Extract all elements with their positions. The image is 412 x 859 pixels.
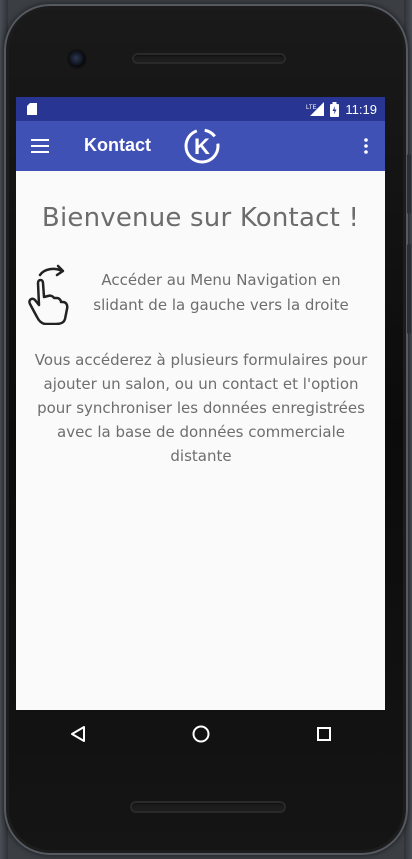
home-button[interactable]	[181, 714, 221, 754]
system-navigation-bar	[16, 710, 385, 758]
status-time: 11:19	[345, 101, 377, 117]
battery-icon	[330, 101, 340, 117]
volume-button[interactable]	[407, 244, 411, 334]
power-button[interactable]	[407, 154, 411, 214]
back-triangle-icon	[70, 726, 85, 742]
svg-text:K: K	[194, 134, 210, 159]
top-speaker	[132, 53, 286, 64]
home-circle-icon	[192, 725, 209, 743]
sd-card-icon	[27, 103, 37, 115]
back-button[interactable]	[58, 714, 98, 754]
description-text: Vous accéderez à plusieurs formulaires p…	[34, 351, 368, 465]
more-vert-icon	[364, 138, 368, 154]
svg-text:LTE: LTE	[306, 105, 317, 111]
app-title: Kontact	[84, 135, 151, 155]
swipe-hint-text: Accéder au Menu Navigation en slidant de…	[93, 271, 349, 314]
recents-square-icon	[316, 727, 331, 741]
recents-button[interactable]	[304, 714, 344, 754]
swipe-hand-icon	[28, 264, 69, 325]
welcome-title: Bienvenue sur Kontact !	[41, 203, 360, 233]
main-content: Bienvenue sur Kontact ! Accéder au Menu …	[16, 171, 385, 710]
front-camera	[69, 51, 85, 67]
kontact-logo: K	[184, 128, 220, 164]
hamburger-icon	[31, 139, 49, 153]
status-icons: LTE 11:19	[306, 97, 377, 121]
signal-icon: LTE	[306, 102, 325, 116]
bottom-speaker	[130, 801, 286, 813]
status-bar: LTE 11:19	[16, 97, 385, 121]
app-bar: Kontact K	[16, 121, 385, 171]
navigation-menu-button[interactable]	[26, 133, 54, 159]
device-screen: LTE 11:19 Kontact K Bienvenue sur Kontac…	[16, 97, 385, 710]
overflow-menu-button[interactable]	[355, 133, 377, 159]
